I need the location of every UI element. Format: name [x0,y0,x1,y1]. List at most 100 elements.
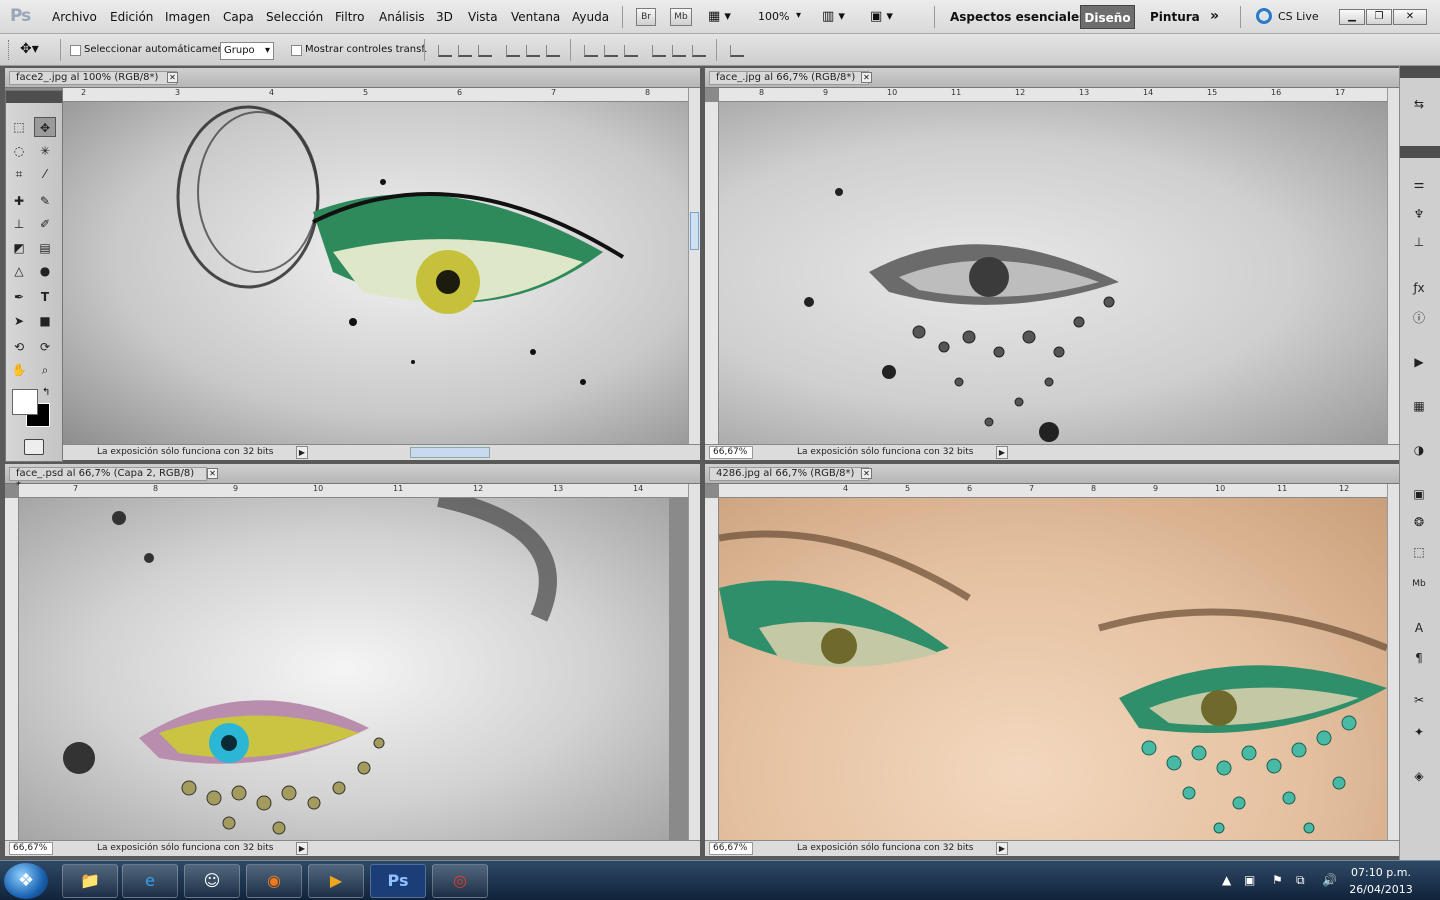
move-icon[interactable]: ✥ [34,117,56,137]
brush-presets-icon[interactable]: ♆ [1408,204,1430,224]
healing-icon[interactable]: ✚ [8,191,30,211]
status-menu-arrow-icon[interactable]: ▶ [296,446,308,459]
minibridge-panel-icon[interactable]: Mb [1408,574,1430,594]
align-left-icon[interactable] [506,45,520,57]
workspace-painting[interactable]: Pintura [1150,10,1200,24]
actions-panel-icon[interactable]: ƒx [1408,278,1430,298]
minimize-button[interactable]: ▁ [1339,9,1365,25]
tool-presets-icon[interactable]: ✂ [1408,690,1430,710]
minibridge-button[interactable]: Mb [670,8,692,26]
dock-header[interactable] [1400,146,1440,158]
character-panel-icon[interactable]: A [1408,618,1430,638]
status-menu-arrow-icon[interactable]: ▶ [996,446,1008,459]
vertical-scrollbar[interactable] [1387,484,1399,840]
photoshop-taskbar-icon[interactable]: Ps [370,864,426,898]
chevron-down-icon[interactable]: ▾ [796,10,801,21]
menu-seleccion[interactable]: Selección [266,10,323,24]
distribute-vcenter-icon[interactable] [604,45,618,57]
vertical-scrollbar[interactable] [688,484,700,840]
distribute-left-icon[interactable] [652,45,666,57]
document-tab-2[interactable]: face_.jpg al 66,7% (RGB/8*) ✕ [705,68,1399,88]
masks-panel-icon[interactable]: ❂ [1408,512,1430,532]
eyedropper-icon[interactable]: ⁄ [34,164,56,184]
document-canvas-2[interactable] [719,102,1387,444]
menu-vista[interactable]: Vista [468,10,498,24]
media-taskbar-icon[interactable]: ▶ [308,864,364,898]
zoom-field[interactable]: 66,67% [9,842,53,855]
lasso-icon[interactable]: ◌ [8,141,30,161]
ie-taskbar-icon[interactable]: e [122,864,178,898]
tray-app-icon[interactable]: ▣ [1244,873,1255,887]
3d-panel-icon[interactable]: ▣ [1408,484,1430,504]
close-tab-icon[interactable]: ✕ [207,468,218,479]
cs-live-button[interactable]: CS Live [1278,10,1319,23]
crop-icon[interactable]: ⌗ [8,164,30,184]
swap-colors-icon[interactable]: ↰ [42,387,50,398]
type-icon[interactable]: T [34,287,56,307]
scroll-thumb[interactable] [690,212,699,250]
document-canvas-3[interactable] [19,498,669,840]
auto-select-dropdown[interactable]: Grupo ▾ [220,42,274,60]
document-tab-1[interactable]: face2_.jpg al 100% (RGB/8*) ✕ [5,68,700,88]
brush-icon[interactable]: ✎ [34,191,56,211]
vertical-scrollbar[interactable] [1387,88,1399,444]
auto-align-layers-icon[interactable] [730,45,744,57]
stamp-icon[interactable]: ⊥ [8,214,30,234]
align-top-icon[interactable] [438,45,452,57]
firefox-taskbar-icon[interactable]: ◉ [246,864,302,898]
distribute-hcenter-icon[interactable] [672,45,686,57]
menu-capa[interactable]: Capa [223,10,254,24]
document-canvas-1[interactable] [63,102,688,444]
eraser-icon[interactable]: ◩ [8,238,30,258]
transform-panel-icon[interactable]: ⬚ [1408,542,1430,562]
zoom-field[interactable]: 66,67% [709,446,753,459]
distribute-top-icon[interactable] [584,45,598,57]
auto-select-checkbox[interactable] [70,45,81,56]
distribute-bottom-icon[interactable] [624,45,638,57]
zoom-icon[interactable]: ⌕ [34,360,56,380]
swatches-panel-icon[interactable]: ▦ [1408,396,1430,416]
tools-panel-header[interactable] [6,91,62,103]
marquee-icon[interactable]: ⬚ [8,117,30,137]
workspace-design[interactable]: Diseño [1080,5,1135,29]
document-tab-3[interactable]: face_.psd al 66,7% (Capa 2, RGB/8) * ✕ [5,464,700,491]
action-center-flag-icon[interactable]: ⚑ [1272,873,1283,887]
adjustments-panel-icon[interactable]: ⚌ [1408,174,1430,194]
start-button[interactable]: ❖ [4,863,48,899]
extras-icon[interactable]: ▦ ▾ [708,9,731,24]
menu-analisis[interactable]: Análisis [379,10,425,24]
messenger-taskbar-icon[interactable]: ☺ [184,864,240,898]
path-select-icon[interactable]: ➤ [8,311,30,331]
explorer-taskbar-icon[interactable]: 📁 [62,864,118,898]
align-vcenter-icon[interactable] [458,45,472,57]
dock-header[interactable] [1400,66,1440,78]
network-icon[interactable]: ⧉ [1296,873,1305,888]
document-tab-4[interactable]: 4286.jpg al 66,7% (RGB/8*) ✕ [705,464,1399,484]
chrome-taskbar-icon[interactable]: ◎ [432,864,488,898]
menu-archivo[interactable]: Archivo [52,10,97,24]
close-tab-icon[interactable]: ✕ [861,468,872,479]
close-tab-icon[interactable]: ✕ [861,72,872,83]
history-brush-icon[interactable]: ✐ [34,214,56,234]
move-tool-preset-icon[interactable]: ✥▾ [20,41,39,57]
animation-panel-icon[interactable]: ▶ [1408,352,1430,372]
align-hcenter-icon[interactable] [526,45,540,57]
close-button[interactable]: ✕ [1393,9,1427,25]
screen-mode-icon[interactable]: ▣ ▾ [870,9,893,24]
vertical-scrollbar[interactable] [688,88,700,444]
layers-panel-icon[interactable]: ◈ [1408,766,1430,786]
dodge-icon[interactable]: ● [34,261,56,281]
arrange-documents-icon[interactable]: ▥ ▾ [822,9,845,24]
document-canvas-4[interactable] [719,498,1387,840]
clone-source-icon[interactable]: ⊥ [1408,232,1430,252]
clock-date[interactable]: 26/04/2013 [1346,883,1416,896]
shape-icon[interactable]: ■ [34,311,56,331]
3d-rotate-icon[interactable]: ⟲ [8,337,30,357]
navigator-panel-icon[interactable]: ◑ [1408,440,1430,460]
horizontal-scroll-thumb[interactable] [410,447,490,458]
gradient-icon[interactable]: ▤ [34,238,56,258]
menu-imagen[interactable]: Imagen [165,10,210,24]
status-menu-arrow-icon[interactable]: ▶ [296,842,308,855]
3d-orbit-icon[interactable]: ⟳ [34,337,56,357]
status-menu-arrow-icon[interactable]: ▶ [996,842,1008,855]
